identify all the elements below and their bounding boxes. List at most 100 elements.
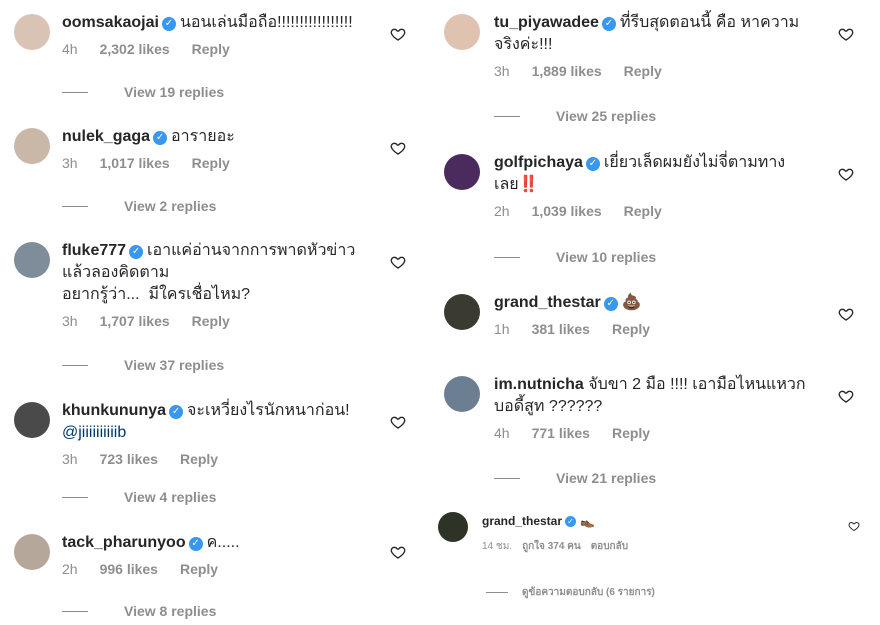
avatar[interactable] [14, 242, 50, 278]
heart-outline-icon[interactable] [848, 520, 860, 532]
reply-button[interactable]: Reply [180, 561, 218, 577]
reply-button[interactable]: Reply [180, 451, 218, 467]
comment-username[interactable]: golfpichaya [494, 154, 583, 171]
comment-likes[interactable]: 1,707 likes [100, 313, 170, 329]
comment-time[interactable]: 14 ชม. [482, 541, 512, 552]
view-replies-button[interactable]: View 2 replies [62, 198, 216, 214]
avatar[interactable] [14, 14, 50, 50]
comment-time[interactable]: 3h [62, 155, 78, 171]
view-replies-label: View 8 replies [124, 603, 217, 619]
heart-outline-icon[interactable] [838, 306, 854, 322]
reply-button[interactable]: Reply [612, 425, 650, 441]
view-replies-button[interactable]: ดูข้อความตอบกลับ (6 รายการ) [486, 585, 655, 600]
comment-likes[interactable]: 2,302 likes [100, 41, 170, 57]
avatar-image [14, 534, 50, 570]
reply-button[interactable]: Reply [192, 313, 230, 329]
comment-username[interactable]: grand_thestar [494, 294, 601, 311]
divider [62, 205, 88, 207]
avatar[interactable] [444, 376, 480, 412]
comment-body: golfpichaya ✓ เยี่ยวเล็ดผมยังไม่จี่ตามทาง … [494, 152, 840, 220]
view-replies-button[interactable]: View 10 replies [494, 249, 656, 265]
comment-body: grand_thestar ✓ 👞 14 ชม. ถูกใจ 374 คน ตอบกลั… [482, 512, 840, 556]
comment-likes[interactable]: 996 likes [100, 561, 158, 577]
comment-username[interactable]: tu_piyawadee [494, 14, 599, 31]
comment-time[interactable]: 4h [62, 41, 78, 57]
heart-outline-icon[interactable] [390, 140, 406, 156]
comment-text: เยี่ยวเล็ดผมยังไม่จี่ตามทาง [603, 154, 786, 171]
view-replies-label: View 25 replies [556, 108, 657, 124]
avatar-image [444, 14, 480, 50]
comment-time[interactable]: 3h [494, 63, 510, 79]
comment-time[interactable]: 2h [62, 561, 78, 577]
comment-username[interactable]: im.nutnicha [494, 376, 584, 393]
divider [494, 256, 520, 258]
heart-outline-icon[interactable] [390, 26, 406, 42]
view-replies-button[interactable]: View 25 replies [494, 108, 656, 124]
comment-text: 👞 [580, 514, 595, 528]
avatar[interactable] [14, 402, 50, 438]
mention-link[interactable]: @jiiiiiiiiiib [62, 424, 126, 441]
avatar-image [14, 402, 50, 438]
comment-time[interactable]: 3h [62, 451, 78, 467]
view-replies-button[interactable]: View 37 replies [62, 357, 224, 373]
view-replies-button[interactable]: View 8 replies [62, 603, 216, 619]
comment-username[interactable]: oomsakaojai [62, 14, 159, 31]
comment-text-line: บอดี้สูท ?????? [494, 398, 603, 415]
view-replies-button[interactable]: View 4 replies [62, 489, 216, 505]
comment-likes[interactable]: 723 likes [100, 451, 158, 467]
reply-button[interactable]: ตอบกลับ [591, 541, 628, 552]
heart-outline-icon[interactable] [390, 414, 406, 430]
avatar[interactable] [444, 294, 480, 330]
comment-time[interactable]: 2h [494, 203, 510, 219]
comment-username[interactable]: grand_thestar [482, 514, 562, 528]
view-replies-label: View 2 replies [124, 198, 217, 214]
avatar[interactable] [444, 154, 480, 190]
comment-likes[interactable]: 1,039 likes [532, 203, 602, 219]
reply-button[interactable]: Reply [192, 155, 230, 171]
avatar[interactable] [14, 534, 50, 570]
avatar[interactable] [14, 128, 50, 164]
avatar[interactable] [444, 14, 480, 50]
comment-time[interactable]: 1h [494, 321, 510, 337]
comment-text: อารายอะ [171, 128, 235, 145]
reply-button[interactable]: Reply [612, 321, 650, 337]
verified-badge-icon: ✓ [161, 17, 176, 31]
comment-username[interactable]: nulek_gaga [62, 128, 150, 145]
comment-body: tack_pharunyoo ✓ ค..... 2h 996 likes Reply [62, 532, 400, 578]
avatar[interactable] [438, 512, 468, 542]
reply-button[interactable]: Reply [624, 63, 662, 79]
comment-meta: 1h 381 likes Reply [494, 320, 840, 338]
comment-time[interactable]: 3h [62, 313, 78, 329]
comment-body: tu_piyawadee ✓ ที่รีบสุดตอนนี้ คือ หาความ … [494, 12, 840, 80]
heart-outline-icon[interactable] [390, 254, 406, 270]
avatar-image [444, 376, 480, 412]
view-replies-button[interactable]: View 19 replies [62, 84, 224, 100]
avatar-image [14, 242, 50, 278]
comment-likes[interactable]: 1,017 likes [100, 155, 170, 171]
comment-time[interactable]: 4h [494, 425, 510, 441]
heart-outline-icon[interactable] [390, 544, 406, 560]
reply-button[interactable]: Reply [624, 203, 662, 219]
comment-body: oomsakaojai ✓ นอนเล่นมือถือ!!!!!!!!!!!!!!!… [62, 12, 400, 58]
reply-button[interactable]: Reply [192, 41, 230, 57]
view-replies-label: View 19 replies [124, 84, 225, 100]
comment-username[interactable]: tack_pharunyoo [62, 534, 186, 551]
heart-outline-icon[interactable] [838, 166, 854, 182]
comment-body: im.nutnicha จับขา 2 มือ !!!! เอามือไหนแห… [494, 374, 840, 442]
view-replies-button[interactable]: View 21 replies [494, 470, 656, 486]
comment-username[interactable]: khunkununya [62, 402, 166, 419]
view-replies-label: ดูข้อความตอบกลับ (6 รายการ) [522, 587, 655, 598]
comment-likes[interactable]: 771 likes [532, 425, 590, 441]
heart-outline-icon[interactable] [838, 388, 854, 404]
divider [62, 610, 88, 612]
comment-username[interactable]: fluke777 [62, 242, 126, 259]
comment-meta: 3h 1,707 likes Reply [62, 312, 400, 330]
heart-outline-icon[interactable] [838, 26, 854, 42]
avatar-image [14, 14, 50, 50]
verified-badge-icon: ✓ [153, 131, 168, 145]
divider [494, 115, 520, 117]
comment-likes[interactable]: ถูกใจ 374 คน [522, 541, 581, 552]
comment-likes[interactable]: 381 likes [532, 321, 590, 337]
comment-body: fluke777 ✓ เอาแค่อ่านจากการพาดหัวข่าว แล้ว… [62, 240, 400, 330]
comment-likes[interactable]: 1,889 likes [532, 63, 602, 79]
